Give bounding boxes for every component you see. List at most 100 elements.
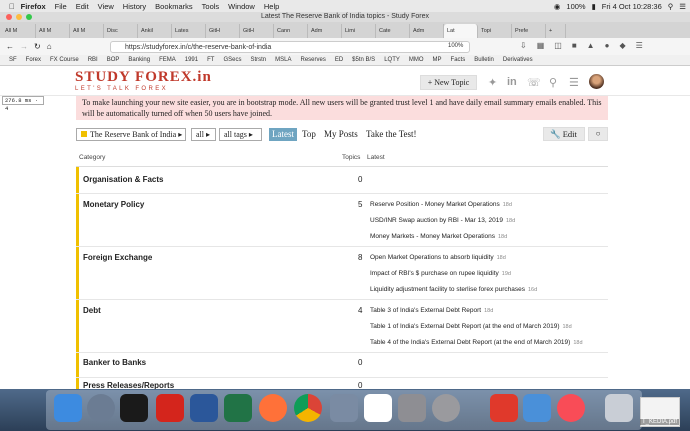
chrome-icon[interactable] (294, 394, 322, 422)
launchpad-icon[interactable] (87, 394, 115, 422)
kindle-icon[interactable] (120, 394, 148, 422)
preview-icon[interactable] (523, 394, 551, 422)
bookmark[interactable]: MSLA (275, 57, 291, 63)
topic-title[interactable]: Table 1 of India's External Debt Report … (370, 323, 560, 330)
bookmark[interactable]: LQTY (384, 57, 400, 63)
browser-tab[interactable]: GitH (240, 24, 274, 38)
search-icon[interactable]: ⚲ (668, 2, 674, 11)
close-window-button[interactable] (6, 14, 12, 20)
anydesk-icon[interactable] (490, 394, 518, 422)
browser-tab[interactable]: All M (70, 24, 104, 38)
bookmark[interactable]: GSecs (223, 57, 241, 63)
bookmark[interactable]: RBI (88, 57, 98, 63)
wifi-icon[interactable]: ◉ (554, 2, 561, 11)
bookmark[interactable]: FX Course (50, 57, 79, 63)
battery-icon[interactable]: ▮ (592, 2, 596, 11)
user-avatar[interactable] (589, 74, 604, 89)
reload-icon[interactable]: ↻ (34, 42, 41, 51)
topic-title[interactable]: Liquidity adjustment facility to sterlis… (370, 286, 525, 293)
library-icon[interactable]: ▦ (537, 41, 545, 50)
category-dropdown[interactable]: The Reserve Bank of India ▸ (76, 128, 186, 141)
category-name[interactable]: Debt (83, 306, 101, 315)
menu-help[interactable]: Help (264, 2, 279, 11)
topic-title[interactable]: Open Market Operations to absorb liquidi… (370, 254, 494, 261)
menu-app-name[interactable]: Firefox (21, 2, 46, 11)
category-name[interactable]: Monetary Policy (83, 200, 144, 209)
acrobat-icon[interactable] (156, 394, 184, 422)
new-tab-icon[interactable]: + (546, 24, 566, 38)
bookmark[interactable]: Bulletin (474, 57, 494, 63)
bookmark[interactable]: 1991 (185, 57, 198, 63)
url-bar[interactable]: https://studyforex.in/c/the-reserve-bank… (110, 41, 470, 53)
browser-tab[interactable]: Lates (172, 24, 206, 38)
bookmark[interactable]: MP (433, 57, 442, 63)
browser-tab[interactable]: GitH (206, 24, 240, 38)
trash-icon[interactable] (605, 394, 633, 422)
browser-tab[interactable]: Adm (410, 24, 444, 38)
profiler-badge[interactable]: 276.8 ms · 4 (2, 96, 44, 112)
bookmark[interactable]: Strstn (250, 57, 266, 63)
system-preferences-icon[interactable] (432, 394, 460, 422)
menu-file[interactable]: File (55, 2, 67, 11)
browser-tab[interactable]: All M (36, 24, 70, 38)
nav-my-posts[interactable]: My Posts (324, 128, 358, 141)
latest-topic[interactable]: Open Market Operations to absorb liquidi… (370, 254, 537, 270)
menu-bookmarks[interactable]: Bookmarks (155, 2, 193, 11)
zoom-level[interactable]: 100% (448, 43, 463, 49)
bookmark[interactable]: Banking (128, 57, 150, 63)
latest-topic[interactable]: Impact of RBI's $ purchase on rupee liqu… (370, 270, 537, 286)
clock[interactable]: Fri 4 Oct 10:28:36 (602, 2, 662, 11)
notification-level-button[interactable]: ○ (588, 127, 608, 141)
new-topic-button[interactable]: + New Topic (420, 75, 477, 90)
menu-edit[interactable]: Edit (76, 2, 89, 11)
forward-icon[interactable]: → (20, 42, 28, 51)
menu-window[interactable]: Window (228, 2, 255, 11)
topic-title[interactable]: Reserve Position - Money Market Operatio… (370, 201, 500, 208)
bookmark[interactable]: Forex (26, 57, 41, 63)
menu-icon[interactable]: ☰ (679, 2, 686, 11)
whatsapp-icon[interactable]: ☏ (527, 76, 541, 89)
system-monitor-icon[interactable] (330, 394, 358, 422)
browser-tab[interactable]: All M (2, 24, 36, 38)
tags-dropdown[interactable]: all tags ▸ (219, 128, 262, 141)
category-name[interactable]: Banker to Banks (83, 358, 146, 367)
hamburger-icon[interactable]: ☰ (569, 76, 579, 89)
browser-tab[interactable]: Topi (478, 24, 512, 38)
zoom-window-button[interactable] (26, 14, 32, 20)
home-icon[interactable]: ⌂ (47, 42, 52, 51)
bookmark[interactable]: BOP (107, 57, 120, 63)
nav-latest[interactable]: Latest (269, 128, 297, 141)
bookmark[interactable]: MMO (409, 57, 424, 63)
topic-title[interactable]: Money Markets - Money Market Operations (370, 233, 495, 240)
browser-tab[interactable]: Adm (308, 24, 342, 38)
bookmark[interactable]: SF (9, 57, 17, 63)
topic-title[interactable]: Table 4 of the India's External Debt Rep… (370, 339, 570, 346)
sidebar-icon[interactable]: ◫ (554, 41, 562, 50)
latest-topic[interactable]: USD/INR Swap auction by RBI - Mar 13, 20… (370, 217, 515, 233)
hamburger-menu-icon[interactable]: ☰ (636, 41, 643, 50)
screenshot-icon[interactable] (398, 394, 426, 422)
linkedin-icon[interactable]: in (507, 76, 517, 88)
firefox-icon[interactable] (259, 394, 287, 422)
site-logo[interactable]: STUDY FOREX.in (75, 69, 212, 86)
minimize-window-button[interactable] (16, 14, 22, 20)
excel-icon[interactable] (224, 394, 252, 422)
desktop-file-label[interactable]: T_KEDIA.pdf (640, 419, 680, 425)
subcategory-dropdown[interactable]: all ▸ (191, 128, 216, 141)
twitter-icon[interactable]: ✦ (488, 76, 497, 89)
menu-view[interactable]: View (98, 2, 114, 11)
bookmark[interactable]: Derivatives (503, 57, 533, 63)
browser-tab[interactable]: Prefe (512, 24, 546, 38)
bookmark[interactable]: ED (335, 57, 343, 63)
browser-tab[interactable]: Cann (274, 24, 308, 38)
bookmark[interactable]: Reserves (300, 57, 325, 63)
extension-icon[interactable]: ■ (572, 41, 577, 50)
bookmark[interactable]: Facts (451, 57, 466, 63)
menu-history[interactable]: History (123, 2, 146, 11)
word-icon[interactable] (190, 394, 218, 422)
latest-topic[interactable]: Reserve Position - Money Market Operatio… (370, 201, 515, 217)
menu-tools[interactable]: Tools (202, 2, 220, 11)
finder-icon[interactable] (54, 394, 82, 422)
extension-icon[interactable]: ◆ (619, 41, 625, 50)
search-icon[interactable]: ⚲ (549, 76, 557, 89)
